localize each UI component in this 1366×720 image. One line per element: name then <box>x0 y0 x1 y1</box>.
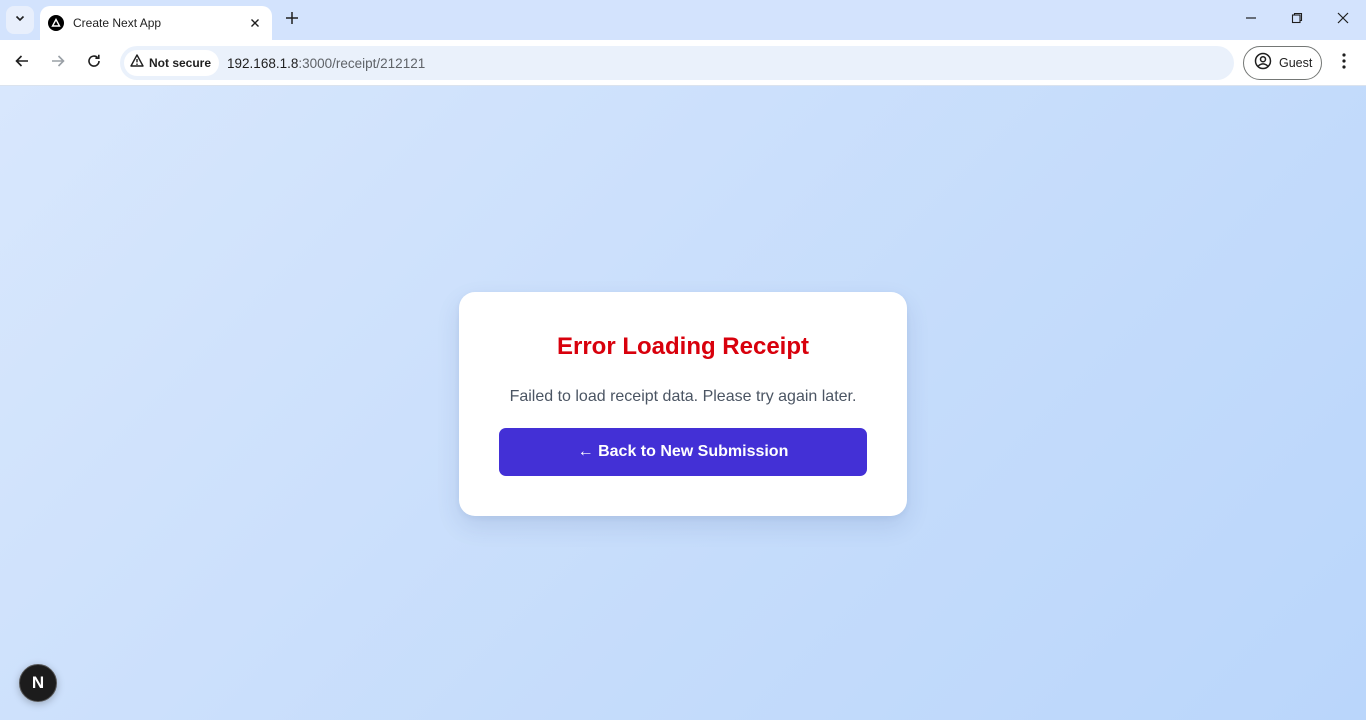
nextjs-logo-icon: N <box>31 673 45 692</box>
restore-icon <box>1291 11 1303 29</box>
security-chip[interactable]: Not secure <box>124 50 220 76</box>
page-viewport: Error Loading Receipt Failed to load rec… <box>0 86 1366 720</box>
close-tab-icon[interactable] <box>246 14 264 32</box>
reload-icon <box>86 53 102 74</box>
error-title: Error Loading Receipt <box>556 333 810 360</box>
back-nav-button[interactable] <box>7 48 37 78</box>
plus-icon <box>285 11 299 30</box>
url-text[interactable]: 192.168.1.8:3000/receipt/212121 <box>227 56 425 71</box>
profile-label: Guest <box>1279 56 1313 70</box>
url-host: 192.168.1.8 <box>227 55 299 71</box>
back-to-new-submission-button[interactable]: ← Back to New Submission <box>499 428 867 476</box>
minimize-icon <box>1245 11 1257 29</box>
chevron-down-icon <box>14 11 26 29</box>
minimize-button[interactable] <box>1236 6 1266 34</box>
arrow-right-icon <box>50 53 66 74</box>
browser-menu-button[interactable] <box>1330 48 1358 78</box>
address-bar[interactable]: Not secure 192.168.1.8:3000/receipt/2121… <box>120 46 1234 80</box>
profile-button[interactable]: Guest <box>1243 46 1322 80</box>
warning-triangle-icon <box>130 54 144 72</box>
close-window-button[interactable] <box>1328 6 1358 34</box>
new-tab-button[interactable] <box>280 8 304 32</box>
reload-button[interactable] <box>79 48 109 78</box>
active-tab[interactable]: Create Next App <box>40 6 272 40</box>
tab-search-button[interactable] <box>6 6 34 34</box>
close-icon <box>1337 11 1349 29</box>
nextjs-dev-indicator-button[interactable]: N <box>19 664 57 702</box>
more-vertical-icon <box>1342 52 1346 74</box>
browser-toolbar: Not secure 192.168.1.8:3000/receipt/2121… <box>0 40 1366 86</box>
url-path: :3000/receipt/212121 <box>298 55 426 71</box>
nextjs-favicon-icon <box>48 15 64 31</box>
restore-button[interactable] <box>1282 6 1312 34</box>
forward-nav-button[interactable] <box>43 48 73 78</box>
error-message: Failed to load receipt data. Please try … <box>509 388 857 405</box>
account-circle-icon <box>1254 52 1272 75</box>
error-card: Error Loading Receipt Failed to load rec… <box>459 292 907 516</box>
tab-strip: Create Next App <box>0 0 1366 40</box>
security-label: Not secure <box>149 56 212 70</box>
arrow-left-icon <box>14 53 30 74</box>
tab-title: Create Next App <box>73 16 162 30</box>
